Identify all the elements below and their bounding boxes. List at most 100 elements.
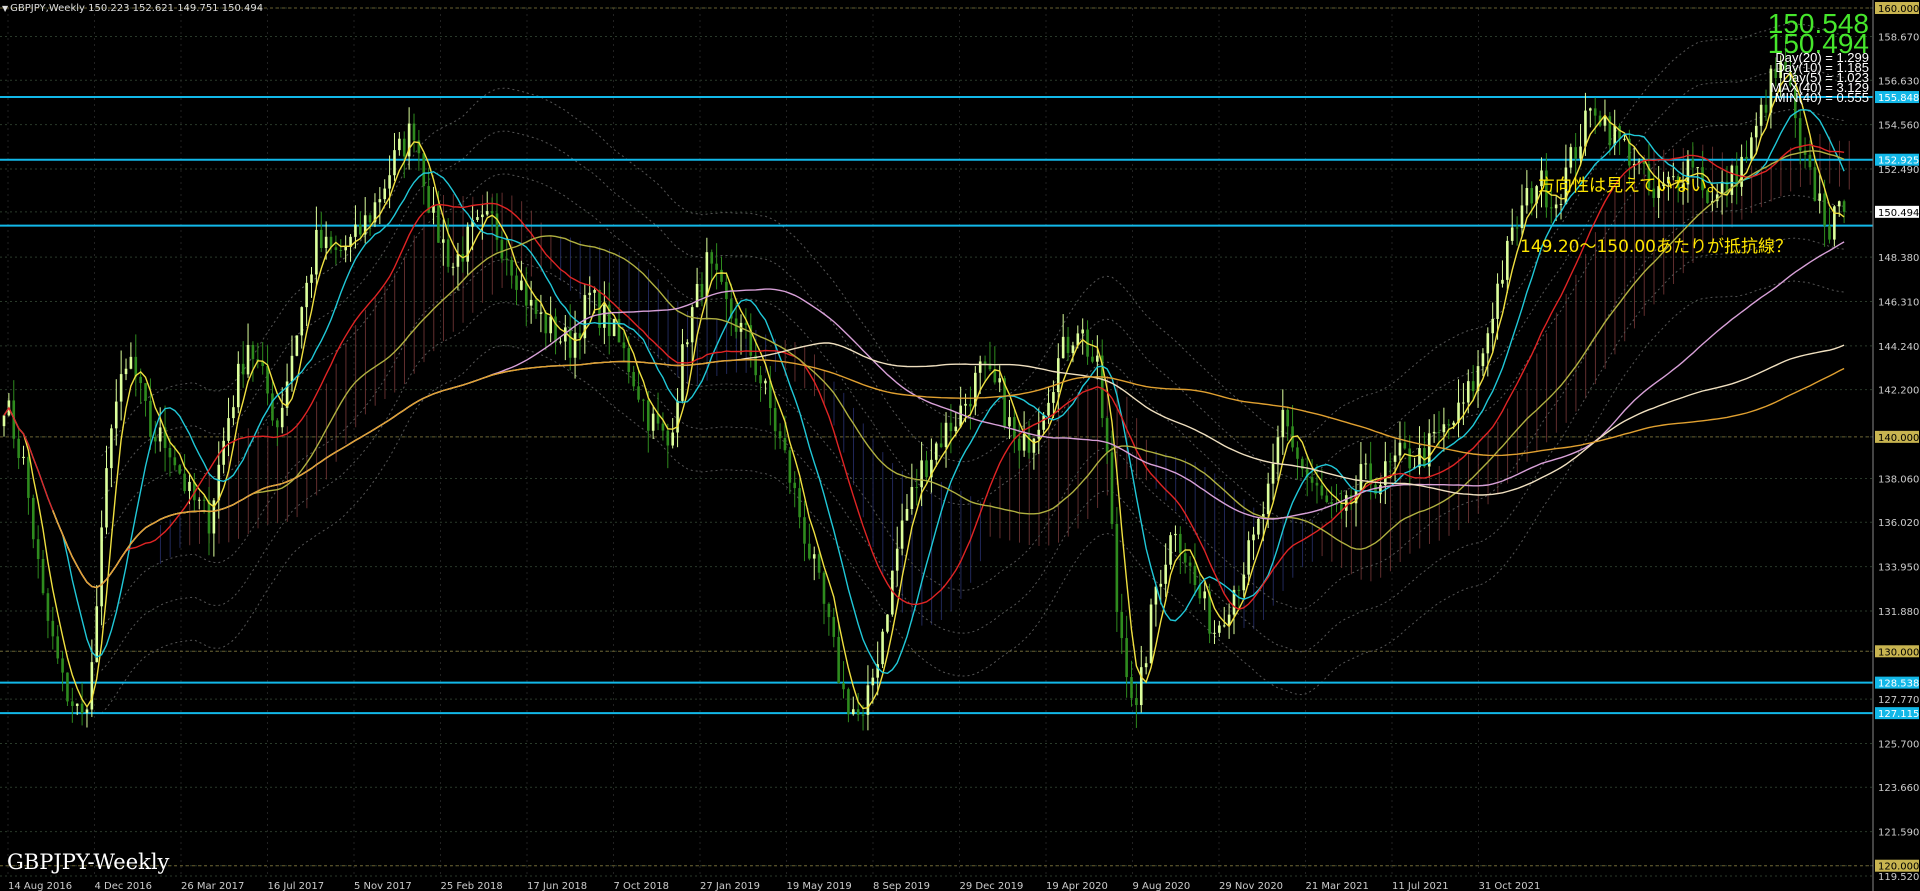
time-tick-label: 29 Dec 2019 (960, 881, 1024, 891)
candle (66, 672, 69, 706)
candle-body (1218, 625, 1221, 633)
candle-body (173, 457, 177, 466)
candle-body (2, 415, 6, 427)
price-tick-label: 155.848 (1878, 93, 1919, 104)
candle-body (1842, 201, 1846, 212)
candle-body (866, 685, 870, 715)
candle-body (481, 214, 484, 218)
candle-body (1179, 533, 1182, 554)
time-tick-label: 19 May 2019 (787, 881, 852, 891)
candle-body (983, 361, 987, 364)
candle-body (398, 138, 401, 151)
candle-body (324, 236, 328, 248)
candle-body (36, 539, 40, 560)
candle-body (1169, 535, 1172, 565)
candle-body (75, 703, 79, 706)
candle-body (1393, 455, 1397, 462)
candle-body (1613, 125, 1617, 146)
candle-body (939, 443, 943, 448)
candle-body (1257, 518, 1260, 535)
price-tick-label: 133.950 (1878, 563, 1919, 574)
candle-body (1569, 147, 1573, 168)
candle-body (241, 363, 245, 375)
candle-body (168, 447, 172, 458)
candle-body (1213, 632, 1216, 634)
candle-body (871, 677, 875, 686)
time-tick-label: 4 Dec 2016 (95, 881, 153, 891)
candle-body (1574, 147, 1577, 159)
candle-body (310, 274, 313, 283)
candle-body (41, 559, 45, 594)
candle-body (295, 335, 299, 356)
candle-body (539, 312, 543, 314)
time-tick-label: 8 Sep 2019 (873, 881, 930, 891)
candle-body (851, 709, 855, 715)
annotation-resistance: 149.20～150.00あたりが抵抗線？ (1520, 237, 1792, 257)
candle-body (1008, 417, 1011, 427)
candle-body (1120, 611, 1124, 639)
candle-body (129, 356, 133, 369)
candle-body (646, 400, 650, 431)
candle-body (886, 614, 889, 632)
candle-body (1384, 461, 1387, 486)
price-tick-label: 130.000 (1878, 647, 1919, 658)
candle-body (1052, 392, 1055, 403)
candle-body (178, 465, 182, 474)
candle-body (1584, 110, 1587, 147)
candle-body (1359, 464, 1363, 491)
candle-body (520, 280, 523, 290)
candle-body (422, 153, 426, 187)
candle-body (651, 413, 655, 431)
candle-body (1398, 442, 1402, 456)
time-tick-label: 21 Mar 2021 (1306, 881, 1369, 891)
candle-body (554, 316, 557, 343)
candle-body (856, 709, 860, 715)
candle-body (1042, 415, 1045, 430)
candle-body (1554, 204, 1558, 209)
price-chart[interactable]: 160.000158.670156.630155.848154.560152.9… (0, 0, 1920, 891)
price-tick-label: 160.000 (1878, 4, 1919, 15)
candle-body (817, 554, 821, 573)
price-tick-label: 146.310 (1878, 298, 1919, 309)
candle-body (1281, 409, 1285, 438)
candle-body (66, 672, 69, 702)
candle-body (1047, 402, 1050, 416)
candle-body (1115, 523, 1119, 612)
candle-body (1525, 188, 1529, 206)
candle-body (695, 283, 699, 308)
candle-body (1149, 604, 1153, 664)
candle-body (144, 383, 147, 401)
candle-body (910, 486, 914, 509)
candle-body (202, 499, 206, 501)
candle-body (227, 418, 230, 441)
candle-body (759, 375, 762, 384)
candle-body (778, 431, 782, 439)
candle-body (305, 282, 308, 308)
candle-body (402, 138, 406, 157)
candle-body (124, 368, 128, 375)
candle-body (61, 658, 64, 673)
candle-body (378, 199, 382, 203)
candle-body (612, 318, 616, 337)
candle-body (1188, 562, 1192, 566)
candle-body (1330, 501, 1333, 505)
candle-body (1222, 625, 1226, 627)
candle-body (788, 450, 792, 483)
candle-body (1066, 336, 1070, 354)
candle-body (134, 356, 138, 377)
candle-body (1071, 345, 1075, 354)
candle-body (1320, 485, 1324, 496)
candle-body (705, 252, 709, 298)
candle (886, 614, 889, 634)
candle-body (1798, 118, 1802, 151)
candle (1169, 532, 1172, 570)
candle-body (1017, 438, 1021, 451)
candle-body (544, 312, 548, 334)
candle-body (1837, 201, 1841, 207)
candle-body (1135, 698, 1138, 706)
candle-body (1437, 431, 1441, 433)
chevron-down-icon[interactable]: ▼ (2, 4, 8, 13)
price-tick-label: 150.494 (1878, 208, 1919, 219)
candle (178, 464, 182, 475)
candle-body (925, 460, 928, 478)
